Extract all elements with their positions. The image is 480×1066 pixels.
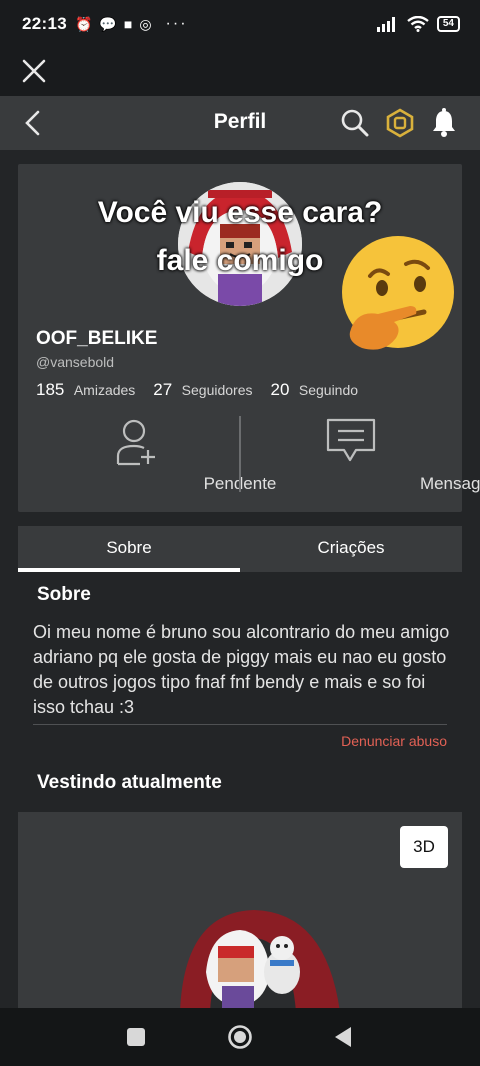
recent-apps-icon[interactable] (126, 1027, 146, 1047)
signal-icon (376, 17, 395, 32)
message-icon (326, 418, 376, 462)
home-icon[interactable] (227, 1024, 253, 1050)
wifi-icon (407, 16, 429, 32)
profile-stats: 185 Amizades 27 Seguidores 20 Seguindo (36, 380, 358, 400)
stat-count: 27 (153, 380, 173, 399)
close-bar (0, 48, 480, 96)
stat-followers[interactable]: 27 Seguidores (153, 380, 252, 400)
about-heading: Sobre (37, 584, 91, 605)
stat-count: 20 (270, 380, 290, 399)
video-icon: ■ (123, 16, 133, 32)
stat-label: Amizades (73, 382, 136, 398)
profile-username: OOF_BELIKE (36, 328, 158, 349)
avatar-3d-image (180, 910, 340, 1012)
about-description: Oi meu nome é bruno sou alcontrario do m… (33, 622, 450, 717)
alarm-icon: ⏰ (74, 15, 93, 32)
stat-friends[interactable]: 185 Amizades (36, 380, 135, 400)
close-icon[interactable] (22, 59, 46, 83)
tab-creations[interactable]: Criações (240, 526, 462, 572)
message-button-label: Mensagem (419, 474, 480, 493)
report-abuse-link[interactable]: Denunciar abuso (341, 733, 447, 749)
thinking-face-emoji-icon (342, 236, 454, 350)
robux-icon[interactable] (386, 108, 414, 138)
status-bar: 22:13 ⏰ 💬 ■ ◎ ··· 54 (0, 0, 480, 48)
stat-label: Seguindo (298, 382, 359, 398)
back-triangle-icon[interactable] (334, 1026, 352, 1048)
currently-wearing-heading: Vestindo atualmente (37, 772, 222, 793)
battery-icon: 54 (436, 16, 460, 32)
add-friend-icon (116, 419, 155, 466)
android-navigation-bar (0, 1008, 480, 1066)
avatar-outfit-viewer[interactable]: 3D (18, 812, 462, 1012)
search-icon[interactable] (340, 108, 370, 138)
profile-card: Você viu esse cara? fale comigo OOF_BELI… (18, 164, 480, 512)
status-time: 22:13 (22, 14, 67, 33)
tab-about[interactable]: Sobre (18, 526, 240, 572)
pending-friend-button[interactable]: Pendente (18, 414, 276, 494)
stat-label: Seguidores (181, 382, 253, 398)
more-notifications-icon: ··· (165, 15, 188, 32)
profile-handle: @vansebold (36, 354, 115, 370)
stat-count: 185 (36, 380, 65, 399)
overlay-caption-line1: Você viu esse cara? (97, 196, 383, 229)
actions-divider (239, 416, 241, 492)
profile-tabs: Sobre Criações (18, 526, 462, 572)
top-nav-bar: Perfil (0, 96, 480, 150)
notification-bell-icon[interactable] (431, 108, 457, 138)
view-3d-button[interactable]: 3D (400, 826, 448, 868)
stat-following[interactable]: 20 Seguindo (271, 380, 359, 400)
chat-bubble-icon: 💬 (99, 15, 117, 32)
message-button[interactable]: Mensagem (240, 414, 480, 494)
instagram-icon: ◎ (139, 15, 152, 32)
about-divider (33, 724, 447, 725)
